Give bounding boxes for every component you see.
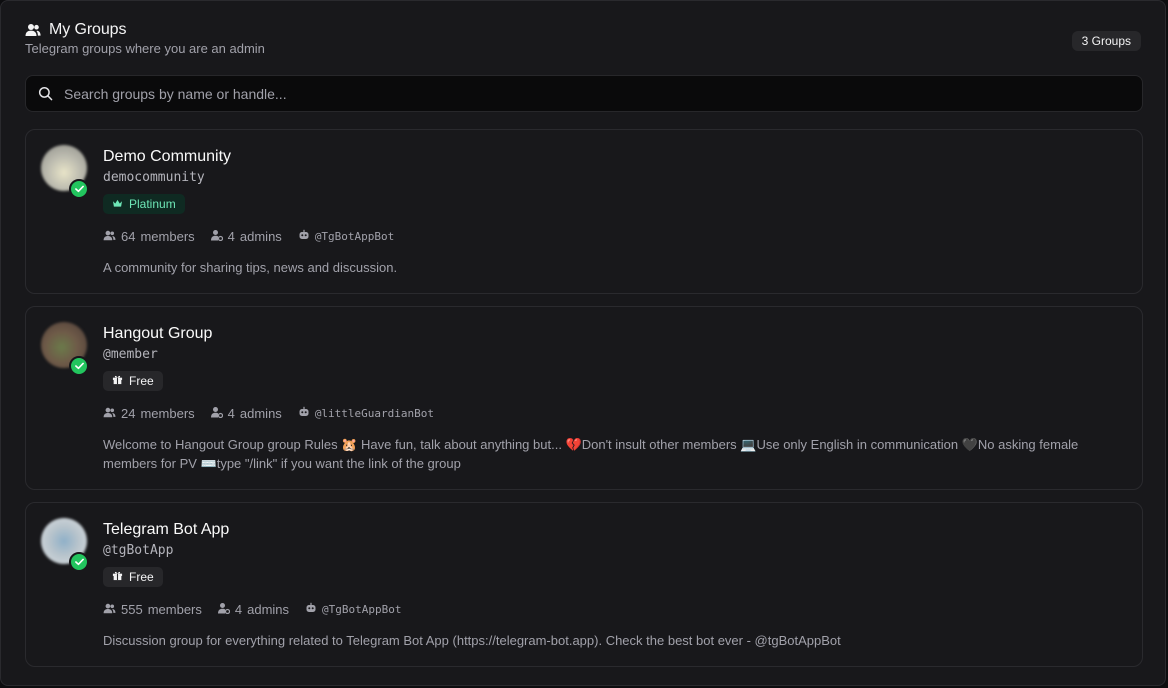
group-handle: democommunity — [103, 170, 205, 185]
bot-stat: @TgBotAppBot — [305, 602, 402, 616]
verified-check-icon — [69, 552, 89, 572]
users-icon — [103, 229, 116, 244]
members-count: 555 — [121, 601, 143, 617]
admins-stat: 4 admins — [210, 228, 282, 244]
verified-check-icon — [69, 356, 89, 376]
members-count: 24 — [121, 405, 136, 421]
group-name[interactable]: Telegram Bot App — [103, 520, 1122, 540]
admins-label: admins — [239, 228, 282, 244]
group-card[interactable]: Telegram Bot App @tgBotApp Free 555 memb… — [25, 502, 1143, 667]
tier-badge: Free — [103, 371, 163, 391]
group-handle: @member — [103, 347, 158, 362]
tier-label: Free — [129, 570, 154, 584]
bot-icon — [298, 406, 310, 420]
search-input[interactable] — [64, 76, 1142, 111]
group-stats: 64 members 4 admins @TgBotAppBot — [103, 227, 1122, 245]
members-stat: 64 members — [103, 229, 195, 244]
admins-stat: 4 admins — [210, 405, 282, 421]
gift-icon — [112, 570, 123, 584]
panel-header: My Groups Telegram groups where you are … — [25, 21, 1141, 61]
group-card[interactable]: Demo Community democommunity Platinum 64… — [25, 129, 1143, 294]
crown-icon — [112, 197, 123, 211]
verified-check-icon — [69, 179, 89, 199]
group-card-body: Hangout Group @member Free 24 members 4 … — [103, 324, 1122, 473]
page-title: My Groups — [49, 21, 127, 38]
user-cog-icon — [210, 406, 223, 421]
search-icon — [26, 86, 64, 101]
admins-label: admins — [239, 405, 282, 421]
groups-count-badge: 3 Groups — [1071, 31, 1141, 51]
page-subtitle: Telegram groups where you are an admin — [25, 41, 265, 56]
group-description: Discussion group for everything related … — [103, 633, 841, 648]
bot-stat: @TgBotAppBot — [298, 229, 394, 243]
members-count: 64 — [121, 228, 136, 244]
group-name[interactable]: Hangout Group — [103, 324, 1122, 344]
tier-label: Platinum — [129, 197, 176, 211]
title-row: My Groups — [25, 21, 1141, 39]
group-card[interactable]: Hangout Group @member Free 24 members 4 … — [25, 306, 1143, 490]
my-groups-panel: My Groups Telegram groups where you are … — [0, 0, 1166, 686]
group-description: Welcome to Hangout Group group Rules 🐹 H… — [103, 437, 1079, 471]
users-icon — [103, 406, 116, 421]
admins-stat: 4 admins — [217, 601, 290, 617]
members-stat: 555 members — [103, 602, 202, 617]
group-avatar — [41, 322, 89, 376]
members-label: members — [140, 405, 195, 421]
bot-icon — [298, 229, 310, 243]
group-handle: @tgBotApp — [103, 543, 174, 558]
group-name[interactable]: Demo Community — [103, 147, 1122, 167]
users-icon — [103, 602, 116, 617]
tier-label: Free — [129, 374, 154, 388]
user-cog-icon — [210, 229, 223, 244]
bot-icon — [305, 602, 317, 616]
group-card-body: Telegram Bot App @tgBotApp Free 555 memb… — [103, 520, 1122, 650]
search-bar[interactable] — [25, 75, 1143, 112]
bot-stat: @littleGuardianBot — [298, 406, 434, 420]
members-stat: 24 members — [103, 406, 195, 421]
members-label: members — [140, 228, 195, 244]
tier-badge: Free — [103, 567, 163, 587]
group-card-body: Demo Community democommunity Platinum 64… — [103, 147, 1122, 277]
group-avatar — [41, 518, 89, 572]
gift-icon — [112, 374, 123, 388]
group-description: A community for sharing tips, news and d… — [103, 260, 398, 275]
bot-handle: @TgBotAppBot — [314, 229, 395, 243]
admins-count: 4 — [227, 228, 235, 244]
bot-handle: @TgBotAppBot — [322, 602, 402, 616]
group-stats: 24 members 4 admins @littleGuardianBot — [103, 404, 1122, 422]
group-stats: 555 members 4 admins @TgBotAppBot — [103, 600, 1122, 618]
tier-badge: Platinum — [103, 194, 185, 214]
group-avatar — [41, 145, 89, 199]
members-label: members — [147, 601, 202, 617]
admins-count: 4 — [234, 601, 243, 617]
admins-label: admins — [247, 601, 290, 617]
users-icon — [25, 23, 41, 37]
admins-count: 4 — [227, 405, 235, 421]
user-cog-icon — [217, 602, 230, 617]
bot-handle: @littleGuardianBot — [314, 406, 435, 420]
